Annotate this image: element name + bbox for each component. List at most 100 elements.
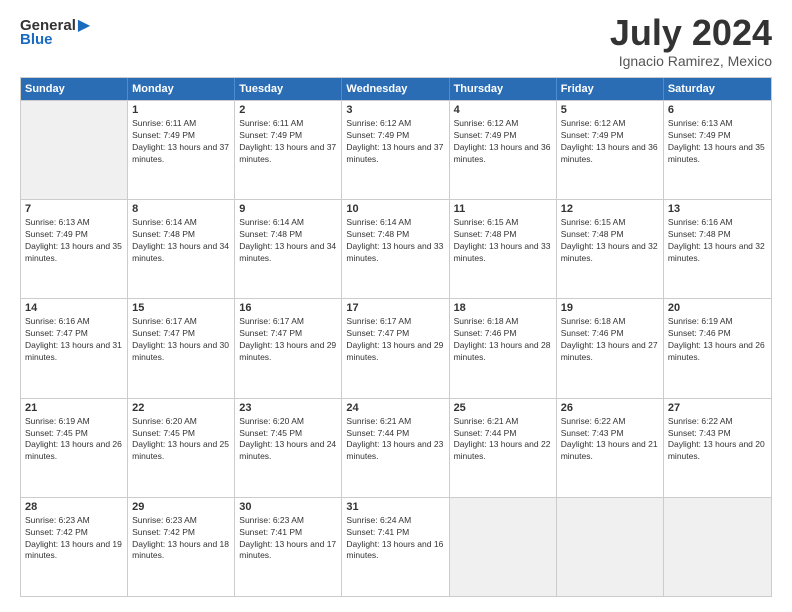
day-number: 12 xyxy=(561,203,659,215)
calendar-week: 14Sunrise: 6:16 AMSunset: 7:47 PMDayligh… xyxy=(21,298,771,397)
day-cell: 25Sunrise: 6:21 AMSunset: 7:44 PMDayligh… xyxy=(450,399,557,497)
day-info: Sunrise: 6:17 AMSunset: 7:47 PMDaylight:… xyxy=(346,316,444,364)
day-number: 9 xyxy=(239,203,337,215)
day-cell: 23 Sunrise: 6:20 AMSunset: 7:45 PMDayligh… xyxy=(235,399,342,497)
day-info: Sunrise: 6:21 AMSunset: 7:44 PMDaylight:… xyxy=(346,416,444,464)
day-number: 23 xyxy=(239,402,337,414)
day-number: 16 xyxy=(239,302,337,314)
day-cell: 20 Sunrise: 6:19 AMSunset: 7:46 PMDayligh… xyxy=(664,299,771,397)
empty-cell xyxy=(21,101,128,199)
day-cell: 17 Sunrise: 6:17 AMSunset: 7:47 PMDayligh… xyxy=(342,299,449,397)
day-info: Sunrise: 6:17 AMSunset: 7:47 PMDaylight:… xyxy=(132,316,230,364)
day-cell: 10Sunrise: 6:14 AMSunset: 7:48 PMDayligh… xyxy=(342,200,449,298)
day-cell: 26 Sunrise: 6:22 AMSunset: 7:43 PMDayligh… xyxy=(557,399,664,497)
header-right: July 2024 Ignacio Ramirez, Mexico xyxy=(610,15,772,69)
day-cell: 13 Sunrise: 6:16 AMSunset: 7:48 PMDayligh… xyxy=(664,200,771,298)
day-number: 4 xyxy=(454,104,552,116)
day-cell: 12Sunrise: 6:15 AMSunset: 7:48 PMDayligh… xyxy=(557,200,664,298)
day-cell: 15 Sunrise: 6:17 AMSunset: 7:47 PMDayligh… xyxy=(128,299,235,397)
day-cell: 22 Sunrise: 6:20 AMSunset: 7:45 PMDayligh… xyxy=(128,399,235,497)
header: General ▶ Blue July 2024 Ignacio Ramirez… xyxy=(20,15,772,69)
calendar-week: 1 Sunrise: 6:11 AMSunset: 7:49 PMDaylight… xyxy=(21,100,771,199)
day-cell: 7Sunrise: 6:13 AMSunset: 7:49 PMDaylight… xyxy=(21,200,128,298)
day-cell: 27Sunrise: 6:22 AMSunset: 7:43 PMDayligh… xyxy=(664,399,771,497)
day-info: Sunrise: 6:20 AMSunset: 7:45 PMDaylight:… xyxy=(132,416,230,464)
day-number: 18 xyxy=(454,302,552,314)
calendar: SundayMondayTuesdayWednesdayThursdayFrid… xyxy=(20,77,772,597)
day-info: Sunrise: 6:23 AMSunset: 7:42 PMDaylight:… xyxy=(132,515,230,563)
day-number: 15 xyxy=(132,302,230,314)
day-cell: 16Sunrise: 6:17 AMSunset: 7:47 PMDayligh… xyxy=(235,299,342,397)
page: General ▶ Blue July 2024 Ignacio Ramirez… xyxy=(0,0,792,612)
day-number: 30 xyxy=(239,501,337,513)
day-cell: 19Sunrise: 6:18 AMSunset: 7:46 PMDayligh… xyxy=(557,299,664,397)
day-info: Sunrise: 6:14 AMSunset: 7:48 PMDaylight:… xyxy=(239,217,337,265)
day-number: 25 xyxy=(454,402,552,414)
calendar-week: 7Sunrise: 6:13 AMSunset: 7:49 PMDaylight… xyxy=(21,199,771,298)
day-info: Sunrise: 6:16 AMSunset: 7:48 PMDaylight:… xyxy=(668,217,767,265)
day-number: 22 xyxy=(132,402,230,414)
day-number: 5 xyxy=(561,104,659,116)
day-number: 2 xyxy=(239,104,337,116)
logo-icon: ▶ xyxy=(78,15,90,35)
month-title: July 2024 xyxy=(610,15,772,51)
day-cell: 5 Sunrise: 6:12 AMSunset: 7:49 PMDaylight… xyxy=(557,101,664,199)
location: Ignacio Ramirez, Mexico xyxy=(610,53,772,69)
day-info: Sunrise: 6:19 AMSunset: 7:46 PMDaylight:… xyxy=(668,316,767,364)
day-number: 26 xyxy=(561,402,659,414)
weekday-header: Tuesday xyxy=(235,78,342,100)
day-number: 13 xyxy=(668,203,767,215)
day-number: 31 xyxy=(346,501,444,513)
day-info: Sunrise: 6:13 AMSunset: 7:49 PMDaylight:… xyxy=(668,118,767,166)
day-info: Sunrise: 6:11 AMSunset: 7:49 PMDaylight:… xyxy=(239,118,337,166)
day-info: Sunrise: 6:12 AMSunset: 7:49 PMDaylight:… xyxy=(561,118,659,166)
weekday-header: Saturday xyxy=(664,78,771,100)
day-cell: 29Sunrise: 6:23 AMSunset: 7:42 PMDayligh… xyxy=(128,498,235,596)
day-cell: 31 Sunrise: 6:24 AMSunset: 7:41 PMDayligh… xyxy=(342,498,449,596)
day-cell: 30 Sunrise: 6:23 AMSunset: 7:41 PMDayligh… xyxy=(235,498,342,596)
day-number: 14 xyxy=(25,302,123,314)
day-info: Sunrise: 6:23 AMSunset: 7:42 PMDaylight:… xyxy=(25,515,123,563)
weekday-header: Monday xyxy=(128,78,235,100)
day-info: Sunrise: 6:19 AMSunset: 7:45 PMDaylight:… xyxy=(25,416,123,464)
day-cell: 28 Sunrise: 6:23 AMSunset: 7:42 PMDayligh… xyxy=(21,498,128,596)
day-number: 19 xyxy=(561,302,659,314)
empty-cell xyxy=(450,498,557,596)
day-cell: 18 Sunrise: 6:18 AMSunset: 7:46 PMDayligh… xyxy=(450,299,557,397)
weekday-header: Thursday xyxy=(450,78,557,100)
day-cell: 8 Sunrise: 6:14 AMSunset: 7:48 PMDaylight… xyxy=(128,200,235,298)
day-number: 27 xyxy=(668,402,767,414)
day-info: Sunrise: 6:14 AMSunset: 7:48 PMDaylight:… xyxy=(132,217,230,265)
day-info: Sunrise: 6:18 AMSunset: 7:46 PMDaylight:… xyxy=(454,316,552,364)
day-number: 24 xyxy=(346,402,444,414)
day-cell: 2 Sunrise: 6:11 AMSunset: 7:49 PMDaylight… xyxy=(235,101,342,199)
day-number: 3 xyxy=(346,104,444,116)
logo-blue: Blue xyxy=(20,31,53,48)
calendar-header: SundayMondayTuesdayWednesdayThursdayFrid… xyxy=(21,78,771,100)
weekday-header: Wednesday xyxy=(342,78,449,100)
day-cell: 21Sunrise: 6:19 AMSunset: 7:45 PMDayligh… xyxy=(21,399,128,497)
day-info: Sunrise: 6:22 AMSunset: 7:43 PMDaylight:… xyxy=(561,416,659,464)
day-number: 28 xyxy=(25,501,123,513)
day-info: Sunrise: 6:20 AMSunset: 7:45 PMDaylight:… xyxy=(239,416,337,464)
day-number: 8 xyxy=(132,203,230,215)
day-info: Sunrise: 6:12 AMSunset: 7:49 PMDaylight:… xyxy=(454,118,552,166)
weekday-header: Sunday xyxy=(21,78,128,100)
day-number: 20 xyxy=(668,302,767,314)
calendar-week: 21Sunrise: 6:19 AMSunset: 7:45 PMDayligh… xyxy=(21,398,771,497)
day-cell: 4 Sunrise: 6:12 AMSunset: 7:49 PMDaylight… xyxy=(450,101,557,199)
day-cell: 9 Sunrise: 6:14 AMSunset: 7:48 PMDaylight… xyxy=(235,200,342,298)
day-number: 1 xyxy=(132,104,230,116)
day-info: Sunrise: 6:24 AMSunset: 7:41 PMDaylight:… xyxy=(346,515,444,563)
day-cell: 14Sunrise: 6:16 AMSunset: 7:47 PMDayligh… xyxy=(21,299,128,397)
day-cell: 24 Sunrise: 6:21 AMSunset: 7:44 PMDayligh… xyxy=(342,399,449,497)
logo: General ▶ Blue xyxy=(20,15,90,48)
empty-cell xyxy=(664,498,771,596)
day-number: 11 xyxy=(454,203,552,215)
day-info: Sunrise: 6:12 AMSunset: 7:49 PMDaylight:… xyxy=(346,118,444,166)
day-number: 17 xyxy=(346,302,444,314)
weekday-header: Friday xyxy=(557,78,664,100)
day-cell: 6Sunrise: 6:13 AMSunset: 7:49 PMDaylight… xyxy=(664,101,771,199)
day-number: 7 xyxy=(25,203,123,215)
day-info: Sunrise: 6:23 AMSunset: 7:41 PMDaylight:… xyxy=(239,515,337,563)
